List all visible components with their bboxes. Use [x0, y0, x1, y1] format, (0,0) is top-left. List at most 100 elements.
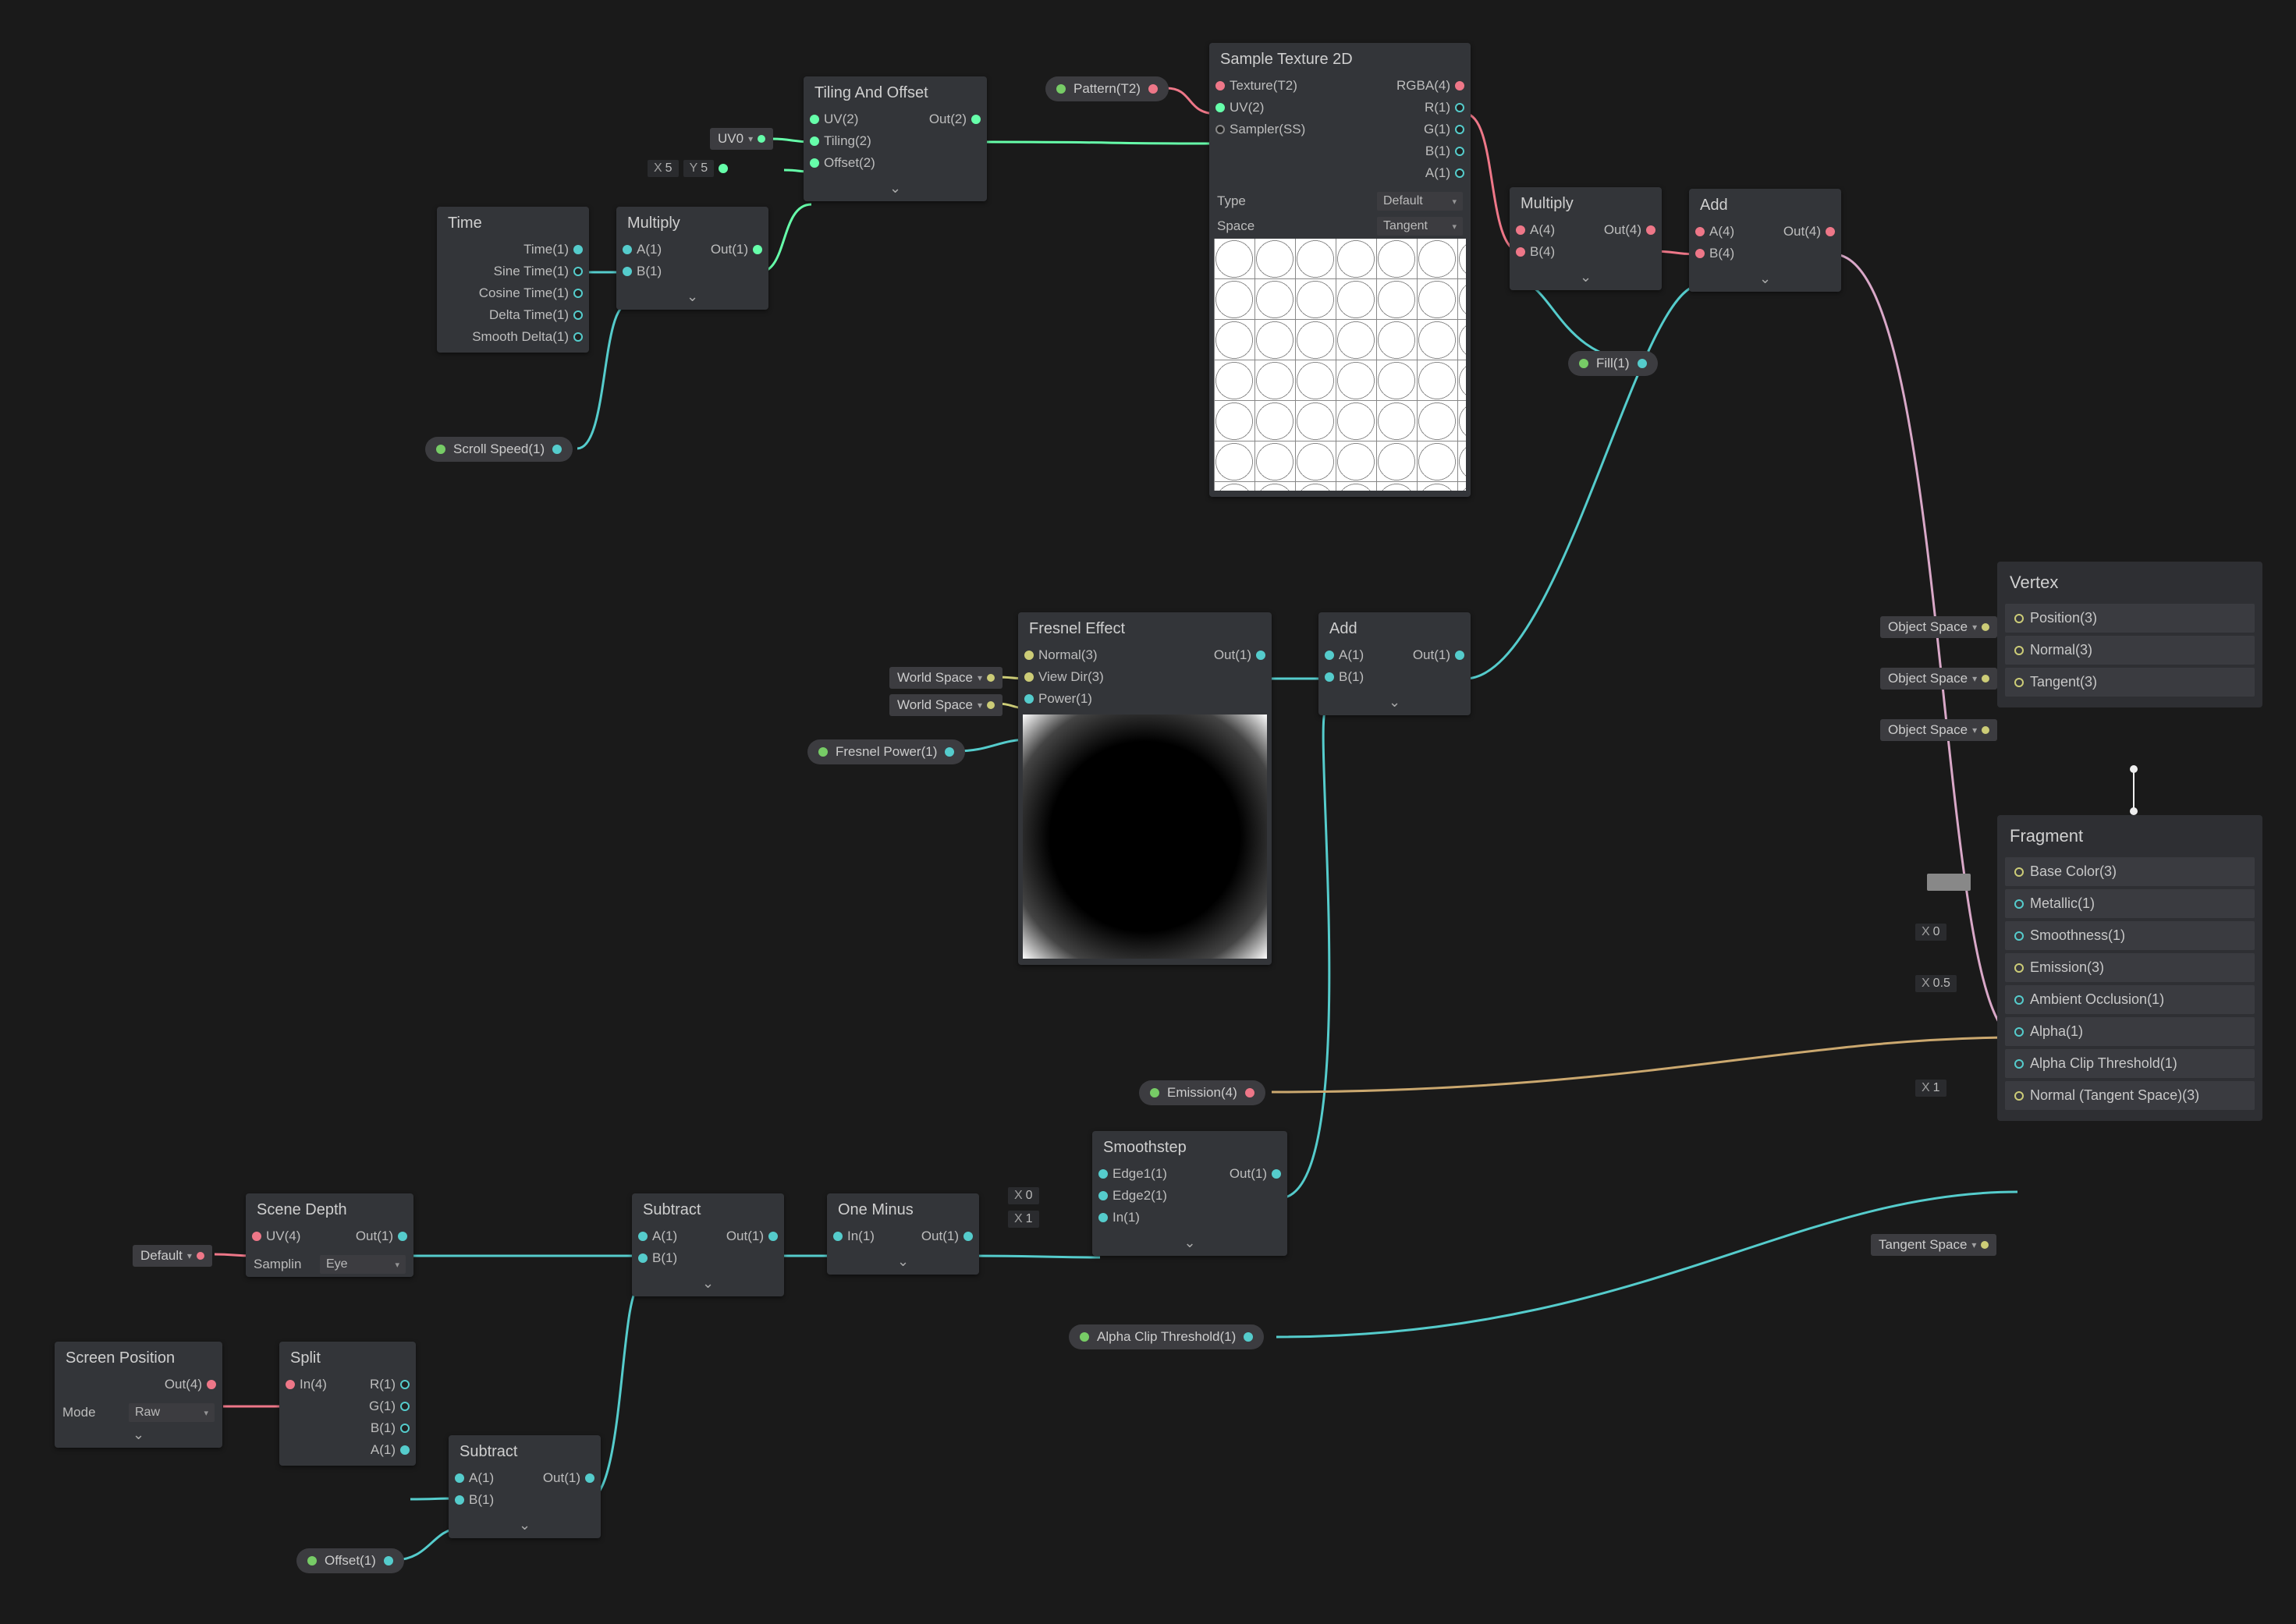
field-ao[interactable]: X1	[1915, 1080, 1946, 1097]
port-in-sampler[interactable]: Sampler(SS)	[1215, 122, 1305, 137]
select-type[interactable]: Default▾	[1377, 192, 1463, 211]
port-in-b[interactable]: B(1)	[1325, 669, 1364, 685]
fragment-alpha[interactable]: Alpha(1)	[2005, 1017, 2255, 1046]
port-in-a[interactable]: A(1)	[455, 1470, 494, 1486]
chevron-down-icon[interactable]: ⌄	[1689, 269, 1841, 292]
field-edge1[interactable]: X0	[1008, 1187, 1039, 1204]
node-add-2[interactable]: Add A(1) B(1) Out(1) ⌄	[1318, 612, 1471, 715]
basecolor-swatch[interactable]	[1927, 874, 1971, 891]
node-subtract-2[interactable]: Subtract A(1) B(1) Out(1) ⌄	[449, 1435, 601, 1538]
port-out-a[interactable]: A(1)	[371, 1442, 410, 1458]
node-screen-position[interactable]: Screen Position Out(4) Mode Raw▾ ⌄	[55, 1342, 222, 1448]
field-smoothness[interactable]: X0.5	[1915, 975, 1957, 992]
port-out-smoothdelta[interactable]: Smooth Delta(1)	[472, 329, 583, 345]
chip-scroll-speed[interactable]: Scroll Speed(1)	[425, 437, 573, 462]
port-in-edge2[interactable]: Edge2(1)	[1098, 1188, 1167, 1204]
prop-objspace-normal[interactable]: Object Space▾	[1880, 668, 1997, 690]
node-tiling-offset[interactable]: Tiling And Offset UV(2) Tiling(2) Offset…	[804, 76, 987, 201]
select-sampling[interactable]: Eye▾	[320, 1255, 406, 1274]
port-in-viewdir[interactable]: View Dir(3)	[1024, 669, 1104, 685]
node-scene-depth[interactable]: Scene Depth UV(4) Out(1) Samplin Eye▾	[246, 1193, 413, 1277]
port-out-sinetime[interactable]: Sine Time(1)	[494, 264, 583, 279]
fragment-normal-ts[interactable]: Normal (Tangent Space)(3)	[2005, 1081, 2255, 1110]
fragment-ao[interactable]: Ambient Occlusion(1)	[2005, 985, 2255, 1014]
port-out[interactable]: Out(1)	[726, 1229, 778, 1244]
select-mode[interactable]: Raw▾	[129, 1403, 215, 1422]
node-add-1[interactable]: Add A(4) B(4) Out(4) ⌄	[1689, 189, 1841, 292]
port-out[interactable]: Out(4)	[165, 1377, 216, 1392]
port-out[interactable]: Out(1)	[543, 1470, 594, 1486]
port-in-uv[interactable]: UV(2)	[1215, 100, 1264, 115]
port-out[interactable]: Out(1)	[921, 1229, 973, 1244]
chevron-down-icon[interactable]: ⌄	[55, 1425, 222, 1448]
field-edge2[interactable]: X1	[1008, 1211, 1039, 1228]
chip-emission[interactable]: Emission(4)	[1139, 1080, 1265, 1105]
port-out[interactable]: Out(2)	[929, 112, 981, 127]
port-out-b[interactable]: B(1)	[371, 1420, 410, 1436]
vertex-normal[interactable]: Normal(3)	[2005, 636, 2255, 665]
chevron-down-icon[interactable]: ⌄	[804, 179, 987, 201]
chip-fresnel-power[interactable]: Fresnel Power(1)	[807, 739, 965, 764]
port-in-b[interactable]: B(4)	[1695, 246, 1734, 261]
chevron-down-icon[interactable]: ⌄	[449, 1516, 601, 1538]
prop-worldspace-normal[interactable]: World Space ▾	[889, 667, 1003, 689]
port-in-b[interactable]: B(1)	[638, 1250, 677, 1266]
chevron-down-icon[interactable]: ⌄	[616, 287, 768, 310]
node-smoothstep[interactable]: Smoothstep Edge1(1) Edge2(1) In(1) Out(1…	[1092, 1131, 1287, 1256]
chip-offset[interactable]: Offset(1)	[296, 1548, 404, 1573]
port-out[interactable]: Out(1)	[1214, 647, 1265, 663]
fragment-basecolor[interactable]: Base Color(3)	[2005, 857, 2255, 886]
port-in-uv[interactable]: UV(4)	[252, 1229, 300, 1244]
node-time[interactable]: Time Time(1) Sine Time(1) Cosine Time(1)…	[437, 207, 589, 353]
port-in-a[interactable]: A(1)	[638, 1229, 677, 1244]
prop-uv0[interactable]: UV0 ▾	[710, 128, 773, 150]
port-out[interactable]: Out(4)	[1604, 222, 1655, 238]
chip-pattern[interactable]: Pattern(T2)	[1045, 76, 1169, 101]
prop-worldspace-viewdir[interactable]: World Space ▾	[889, 694, 1003, 716]
tiling-xy-out[interactable]	[719, 160, 728, 177]
port-out[interactable]: Out(1)	[1413, 647, 1464, 663]
port-in-a[interactable]: A(1)	[623, 242, 662, 257]
port-out-rgba[interactable]: RGBA(4)	[1396, 78, 1464, 94]
node-one-minus[interactable]: One Minus In(1) Out(1) ⌄	[827, 1193, 979, 1275]
port-out[interactable]: Out(1)	[356, 1229, 407, 1244]
prop-objspace-position[interactable]: Object Space▾	[1880, 616, 1997, 638]
field-tiling-x[interactable]: X5	[648, 160, 679, 177]
port-in-a[interactable]: A(1)	[1325, 647, 1364, 663]
port-in-normal[interactable]: Normal(3)	[1024, 647, 1098, 663]
stack-fragment[interactable]: Fragment Base Color(3) Metallic(1) Smoot…	[1997, 815, 2262, 1121]
port-out-r[interactable]: R(1)	[370, 1377, 410, 1392]
shader-graph-canvas[interactable]: Time Time(1) Sine Time(1) Cosine Time(1)…	[0, 0, 2296, 1624]
port-out-g[interactable]: G(1)	[369, 1399, 410, 1414]
port-in-texture[interactable]: Texture(T2)	[1215, 78, 1297, 94]
port-in-edge1[interactable]: Edge1(1)	[1098, 1166, 1167, 1182]
chevron-down-icon[interactable]: ⌄	[1318, 693, 1471, 715]
port-in-tiling[interactable]: Tiling(2)	[810, 133, 871, 149]
vertex-position[interactable]: Position(3)	[2005, 604, 2255, 633]
port-in-in[interactable]: In(1)	[1098, 1210, 1140, 1225]
port-out-deltatime[interactable]: Delta Time(1)	[489, 307, 583, 323]
port-out-b[interactable]: B(1)	[1425, 144, 1464, 159]
prop-objspace-tangent[interactable]: Object Space▾	[1880, 719, 1997, 741]
port-in-power[interactable]: Power(1)	[1024, 691, 1092, 707]
port-out-g[interactable]: G(1)	[1424, 122, 1464, 137]
select-space[interactable]: Tangent▾	[1377, 217, 1463, 236]
node-multiply-1[interactable]: Multiply A(1) B(1) Out(1) ⌄	[616, 207, 768, 310]
vertex-tangent[interactable]: Tangent(3)	[2005, 668, 2255, 697]
port-out[interactable]: Out(1)	[711, 242, 762, 257]
stack-vertex[interactable]: Vertex Position(3) Normal(3) Tangent(3)	[1997, 562, 2262, 707]
chip-alpha-clip-threshold[interactable]: Alpha Clip Threshold(1)	[1069, 1324, 1264, 1349]
port-in-a[interactable]: A(4)	[1695, 224, 1734, 239]
chevron-down-icon[interactable]: ⌄	[632, 1274, 784, 1296]
port-in[interactable]: In(4)	[286, 1377, 327, 1392]
port-in[interactable]: In(1)	[833, 1229, 875, 1244]
port-out[interactable]: Out(4)	[1783, 224, 1835, 239]
fragment-metallic[interactable]: Metallic(1)	[2005, 889, 2255, 918]
field-tiling-y[interactable]: Y5	[683, 160, 715, 177]
port-out-a[interactable]: A(1)	[1425, 165, 1464, 181]
port-in-b[interactable]: B(4)	[1516, 244, 1555, 260]
node-fresnel[interactable]: Fresnel Effect Normal(3) View Dir(3) Pow…	[1018, 612, 1272, 965]
port-in-b[interactable]: B(1)	[455, 1492, 494, 1508]
port-in-offset[interactable]: Offset(2)	[810, 155, 875, 171]
field-metallic[interactable]: X0	[1915, 924, 1946, 941]
